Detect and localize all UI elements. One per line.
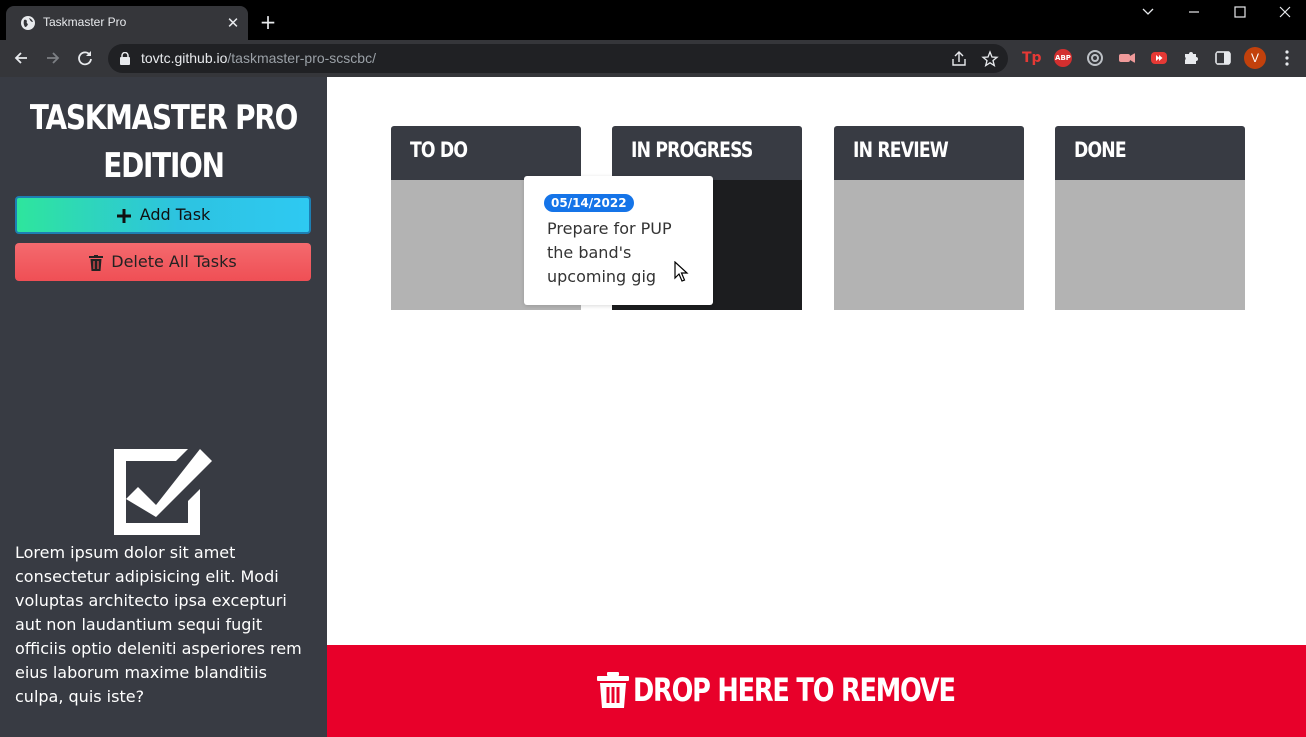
new-tab-button[interactable]: +: [258, 12, 278, 32]
remove-dropzone[interactable]: DROP HERE TO REMOVE: [327, 645, 1306, 737]
extensions-puzzle-icon[interactable]: [1182, 49, 1200, 67]
delete-all-tasks-button[interactable]: Delete All Tasks: [15, 243, 311, 281]
globe-icon: [21, 16, 35, 30]
url-text[interactable]: tovtc.github.io/taskmaster-pro-scscbc/: [141, 50, 376, 66]
share-icon[interactable]: [950, 50, 968, 68]
forward-arrow-icon[interactable]: [43, 48, 63, 68]
reload-icon[interactable]: [75, 48, 95, 68]
column-done: DONE: [1055, 126, 1245, 310]
app-title-line1: TASKMASTER PRO: [29, 98, 298, 138]
app-title-line2: EDITION: [103, 146, 225, 186]
column-title: DONE: [1074, 138, 1127, 162]
add-task-label: Add Task: [139, 205, 211, 224]
column-title: IN REVIEW: [853, 138, 949, 162]
column-header: TO DO: [391, 126, 581, 180]
browser-toolbar: tovtc.github.io/taskmaster-pro-scscbc/ T…: [0, 40, 1306, 77]
youtube-extension-icon[interactable]: [1150, 49, 1168, 67]
remove-dropzone-label: DROP HERE TO REMOVE: [633, 670, 956, 709]
add-task-button[interactable]: Add Task: [15, 196, 311, 234]
mouse-cursor-icon: [674, 261, 689, 282]
column-title: IN PROGRESS: [631, 138, 753, 162]
address-bar[interactable]: tovtc.github.io/taskmaster-pro-scscbc/: [108, 44, 1008, 73]
column-in-review: IN REVIEW: [834, 126, 1024, 310]
sidebar-description: Lorem ipsum dolor sit amet consectetur a…: [15, 543, 302, 706]
app-title: TASKMASTER PRO EDITION: [29, 94, 298, 190]
column-header: DONE: [1055, 126, 1245, 180]
video-extension-icon[interactable]: [1118, 49, 1136, 67]
lock-icon[interactable]: [119, 52, 131, 65]
back-arrow-icon[interactable]: [11, 48, 31, 68]
column-dropzone[interactable]: [834, 180, 1024, 310]
task-card[interactable]: 05/14/2022 Prepare for PUP the band's up…: [524, 176, 713, 305]
adblock-plus-icon[interactable]: ABP: [1054, 49, 1072, 67]
maximize-icon[interactable]: [1217, 0, 1263, 24]
browser-tab-bar: Taskmaster Pro ✕ +: [0, 0, 1306, 40]
tab-search-icon[interactable]: [1125, 0, 1171, 24]
tp-extension-icon[interactable]: Tp: [1022, 49, 1042, 67]
profile-avatar[interactable]: V: [1244, 47, 1266, 69]
minimize-icon[interactable]: [1171, 0, 1217, 24]
checkbox-check-icon: [114, 449, 212, 535]
tab-title: Taskmaster Pro: [43, 15, 127, 29]
plus-icon: [116, 208, 131, 223]
column-title: TO DO: [410, 138, 468, 162]
column-dropzone[interactable]: [1055, 180, 1245, 310]
task-due-date-badge[interactable]: 05/14/2022: [544, 194, 634, 212]
bookmark-star-icon[interactable]: [981, 50, 999, 68]
more-menu-icon[interactable]: [1280, 49, 1294, 67]
sidebar: TASKMASTER PRO EDITION Add Task Delete A…: [0, 77, 327, 737]
trash-icon: [89, 254, 104, 271]
delete-all-label: Delete All Tasks: [111, 252, 237, 271]
remove-dropzone-content: DROP HERE TO REMOVE: [327, 645, 1306, 737]
close-tab-icon[interactable]: ✕: [224, 14, 242, 32]
column-header: IN REVIEW: [834, 126, 1024, 180]
close-window-icon[interactable]: [1262, 0, 1306, 24]
side-panel-icon[interactable]: [1214, 49, 1232, 67]
trash-icon: [597, 671, 630, 708]
column-header: IN PROGRESS: [612, 126, 802, 180]
browser-tab[interactable]: Taskmaster Pro ✕: [6, 6, 248, 40]
openai-extension-icon[interactable]: [1086, 49, 1104, 67]
